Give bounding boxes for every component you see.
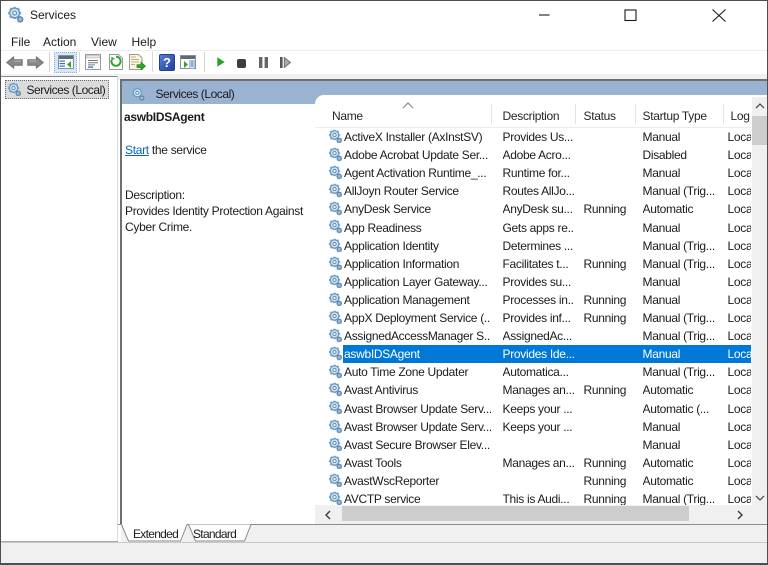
svg-text:?: ? (163, 55, 171, 70)
